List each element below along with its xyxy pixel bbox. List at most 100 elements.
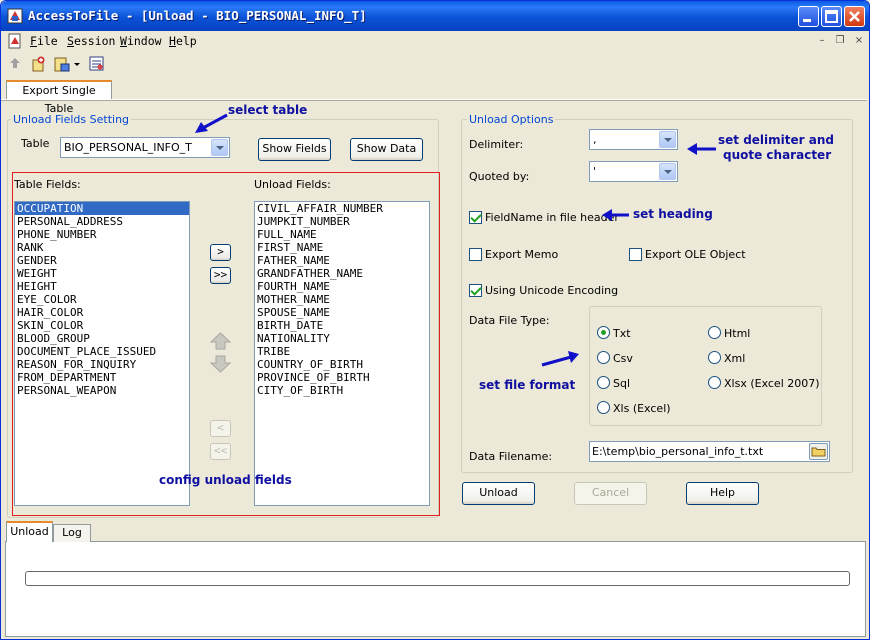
tab-strip-divider	[1, 99, 867, 101]
list-item[interactable]: BIRTH_DATE	[255, 319, 429, 332]
title-bar[interactable]: AccessToFile - [Unload - BIO_PERSONAL_IN…	[1, 1, 869, 31]
list-item[interactable]: MOTHER_NAME	[255, 293, 429, 306]
menu-help[interactable]: Help	[169, 34, 197, 48]
list-item[interactable]: CITY_OF_BIRTH	[255, 384, 429, 397]
list-item[interactable]: PERSONAL_WEAPON	[15, 384, 189, 397]
radio-csv[interactable]	[597, 351, 610, 364]
chevron-down-icon[interactable]	[211, 139, 228, 156]
maximize-button[interactable]	[821, 6, 842, 27]
remove-all-fields-button[interactable]: <<	[210, 443, 231, 460]
quoted-by-label: Quoted by:	[469, 170, 530, 183]
data-filename-input[interactable]: E:\temp\bio_personal_info_t.txt	[589, 441, 830, 462]
move-down-icon[interactable]	[209, 355, 232, 373]
open-icon[interactable]	[53, 55, 73, 75]
radio-xml-label: Xml	[724, 352, 746, 365]
list-item[interactable]: GRANDFATHER_NAME	[255, 267, 429, 280]
chevron-down-icon[interactable]	[659, 163, 676, 180]
list-item[interactable]: HAIR_COLOR	[15, 306, 189, 319]
mdi-close-button[interactable]: ×	[852, 34, 866, 47]
list-item[interactable]: BLOOD_GROUP	[15, 332, 189, 345]
tab-export-single-table[interactable]: Export Single Table	[6, 80, 112, 115]
dropdown-arrow-icon[interactable]	[73, 55, 83, 75]
list-item[interactable]: PROVINCE_OF_BIRTH	[255, 371, 429, 384]
radio-html[interactable]	[708, 326, 721, 339]
delimiter-label: Delimiter:	[469, 138, 524, 151]
radio-sql[interactable]	[597, 376, 610, 389]
connect-icon[interactable]	[7, 55, 27, 75]
add-all-fields-button[interactable]: >>	[210, 267, 231, 284]
chevron-down-icon[interactable]	[659, 131, 676, 148]
minimize-button[interactable]	[798, 6, 819, 27]
show-fields-button[interactable]: Show Fields	[258, 138, 331, 161]
window-title: AccessToFile - [Unload - BIO_PERSONAL_IN…	[28, 8, 367, 23]
arrow-icon	[686, 141, 718, 157]
fieldname-header-checkbox[interactable]	[469, 211, 482, 224]
close-button[interactable]	[844, 6, 865, 27]
list-item[interactable]: DOCUMENT_PLACE_ISSUED	[15, 345, 189, 358]
arrow-icon	[601, 207, 631, 223]
radio-xls[interactable]	[597, 401, 610, 414]
list-item[interactable]: SPOUSE_NAME	[255, 306, 429, 319]
progress-bar	[25, 571, 850, 586]
move-up-icon[interactable]	[209, 332, 232, 350]
list-item[interactable]: WEIGHT	[15, 267, 189, 280]
annotation-set-file-format: set file format	[479, 378, 576, 392]
menu-window[interactable]: Window	[120, 34, 162, 48]
menu-bar: File Session Window Help – ❐ ×	[1, 31, 869, 51]
annotation-select-table: select table	[228, 103, 308, 117]
list-item[interactable]: SKIN_COLOR	[15, 319, 189, 332]
export-ole-checkbox[interactable]	[629, 248, 642, 261]
radio-xls-label: Xls (Excel)	[613, 402, 671, 415]
remove-field-button[interactable]: <	[210, 420, 231, 437]
unload-button[interactable]: Unload	[462, 482, 535, 505]
report-icon[interactable]	[88, 55, 108, 75]
radio-xlsx[interactable]	[708, 376, 721, 389]
new-session-icon[interactable]	[30, 55, 50, 75]
menu-session[interactable]: Session	[67, 34, 115, 48]
list-item[interactable]: PHONE_NUMBER	[15, 228, 189, 241]
document-icon[interactable]	[7, 33, 23, 49]
list-item[interactable]: TRIBE	[255, 345, 429, 358]
list-item[interactable]: FOURTH_NAME	[255, 280, 429, 293]
tab-unload[interactable]: Unload	[6, 521, 53, 542]
unload-options-group-label: Unload Options	[467, 113, 556, 126]
radio-txt[interactable]	[597, 326, 610, 339]
list-item[interactable]: COUNTRY_OF_BIRTH	[255, 358, 429, 371]
delimiter-select[interactable]: ,	[589, 129, 678, 150]
table-select[interactable]: BIO_PERSONAL_INFO_T	[60, 137, 230, 158]
cancel-button[interactable]: Cancel	[574, 482, 647, 505]
unload-fields-list[interactable]: CIVIL_AFFAIR_NUMBER JUMPKIT_NUMBER FULL_NA…	[254, 201, 430, 506]
mdi-minimize-button[interactable]: –	[815, 34, 829, 47]
list-item[interactable]: REASON_FOR_INQUIRY	[15, 358, 189, 371]
show-data-button[interactable]: Show Data	[350, 138, 423, 161]
list-item[interactable]: CIVIL_AFFAIR_NUMBER	[255, 202, 429, 215]
app-window: AccessToFile - [Unload - BIO_PERSONAL_IN…	[0, 0, 870, 640]
list-item[interactable]: HEIGHT	[15, 280, 189, 293]
radio-xml[interactable]	[708, 351, 721, 364]
list-item[interactable]: OCCUPATION	[15, 202, 189, 215]
delimiter-value: ,	[593, 133, 597, 146]
unicode-checkbox[interactable]	[469, 284, 482, 297]
radio-csv-label: Csv	[613, 352, 633, 365]
help-button[interactable]: Help	[686, 482, 759, 505]
list-item[interactable]: NATIONALITY	[255, 332, 429, 345]
add-field-button[interactable]: >	[210, 244, 231, 261]
list-item[interactable]: RANK	[15, 241, 189, 254]
list-item[interactable]: FATHER_NAME	[255, 254, 429, 267]
radio-sql-label: Sql	[613, 377, 631, 390]
list-item[interactable]: FIRST_NAME	[255, 241, 429, 254]
tab-log[interactable]: Log	[53, 524, 91, 542]
browse-folder-icon[interactable]	[809, 443, 828, 460]
quoted-by-select[interactable]: '	[589, 161, 678, 182]
table-fields-list[interactable]: OCCUPATION PERSONAL_ADDRESS PHONE_NUMBER RA…	[14, 201, 190, 506]
list-item[interactable]: FROM_DEPARTMENT	[15, 371, 189, 384]
export-memo-checkbox[interactable]	[469, 248, 482, 261]
list-item[interactable]: PERSONAL_ADDRESS	[15, 215, 189, 228]
list-item[interactable]: JUMPKIT_NUMBER	[255, 215, 429, 228]
menu-file[interactable]: File	[30, 34, 58, 48]
list-item[interactable]: EYE_COLOR	[15, 293, 189, 306]
radio-txt-label: Txt	[613, 327, 631, 340]
mdi-restore-button[interactable]: ❐	[833, 34, 847, 47]
list-item[interactable]: FULL_NAME	[255, 228, 429, 241]
list-item[interactable]: GENDER	[15, 254, 189, 267]
